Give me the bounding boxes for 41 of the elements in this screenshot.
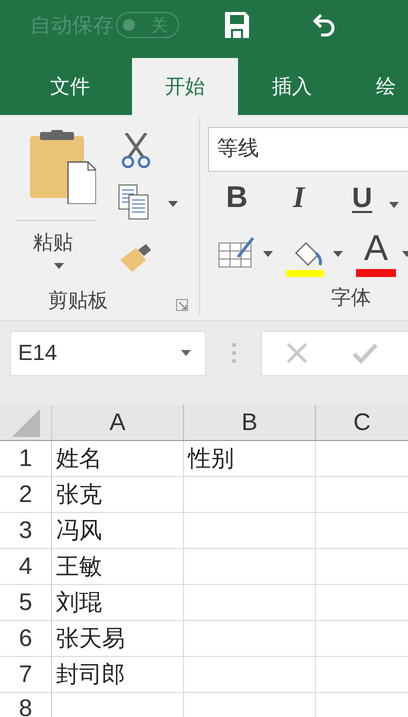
font-color-button[interactable]: A — [364, 227, 388, 269]
fill-color-icon[interactable] — [286, 239, 326, 277]
dialog-launcher-icon[interactable] — [176, 299, 188, 311]
column-header[interactable]: C — [316, 405, 408, 440]
ribbon-tab[interactable]: 文件 — [0, 58, 132, 115]
table-cell: 张克 — [52, 477, 184, 512]
paste-label[interactable]: 粘贴 — [33, 229, 73, 256]
ribbon-tab[interactable]: 插入 — [238, 58, 346, 115]
save-icon[interactable] — [225, 12, 249, 38]
table-cell: 冯风 — [52, 513, 184, 548]
font-name-field[interactable]: 等线 — [208, 127, 408, 172]
paste-icon[interactable] — [30, 130, 96, 204]
bold-button[interactable]: B — [226, 181, 248, 215]
format-painter-icon[interactable] — [118, 242, 152, 274]
caret-icon[interactable] — [333, 251, 343, 257]
table-cell: 张天易 — [52, 621, 184, 656]
borders-icon[interactable] — [218, 235, 256, 269]
table-cell: 性别 — [184, 441, 316, 476]
column-header[interactable]: A — [52, 405, 184, 440]
name-box-value: E14 — [18, 340, 58, 366]
name-box[interactable]: E14 — [10, 330, 206, 376]
group-title: 字体 — [331, 286, 371, 311]
caret-icon[interactable] — [168, 201, 178, 207]
font-color-bar-icon — [356, 269, 396, 277]
table-cell: 封司郎 — [52, 657, 184, 692]
column-header[interactable]: B — [184, 405, 316, 440]
ribbon-tab[interactable]: 绘 — [346, 58, 408, 115]
undo-icon[interactable] — [313, 13, 335, 37]
table-cell: 王敏 — [52, 549, 184, 584]
caret-icon[interactable] — [263, 251, 273, 257]
scissors-icon[interactable] — [121, 133, 151, 169]
ribbon-tab[interactable]: 开始 — [132, 58, 238, 115]
copy-icon[interactable] — [118, 184, 150, 220]
table-cell: 姓名 — [52, 441, 184, 476]
underline-button[interactable]: U — [352, 182, 372, 214]
caret-icon[interactable] — [181, 350, 191, 356]
group-title: 剪贴板 — [48, 289, 108, 314]
caret-icon[interactable] — [389, 202, 399, 208]
caret-icon[interactable] — [54, 263, 64, 269]
italic-button[interactable]: I — [293, 181, 305, 215]
table-cell: 刘琨 — [52, 585, 184, 620]
